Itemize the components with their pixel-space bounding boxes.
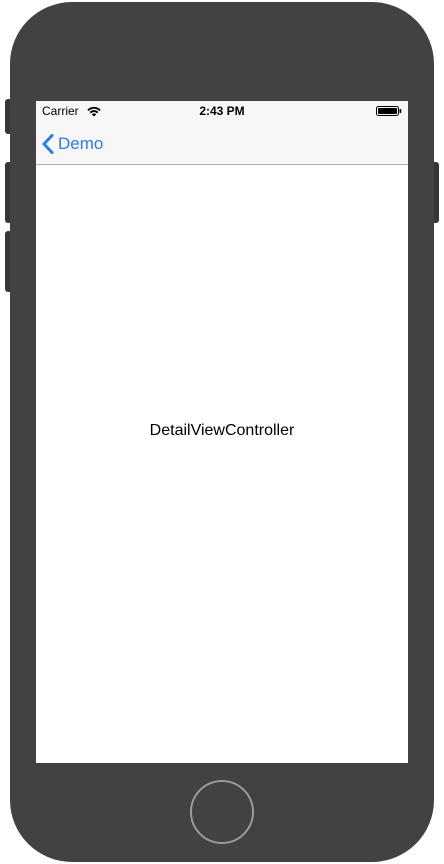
back-button-label: Demo bbox=[58, 134, 104, 153]
status-bar: Carrier 2:43 PM bbox=[36, 101, 408, 121]
home-button[interactable] bbox=[190, 780, 254, 844]
back-button[interactable]: Demo bbox=[42, 132, 103, 156]
main-content: DetailViewController bbox=[36, 166, 408, 763]
view-controller-label: DetailViewController bbox=[149, 422, 295, 439]
battery-icon bbox=[376, 106, 402, 116]
device-screen: Carrier 2:43 PM Demo DetailViewControlle… bbox=[36, 101, 408, 763]
navigation-bar: Demo bbox=[36, 121, 408, 165]
status-time: 2:43 PM bbox=[199, 104, 245, 118]
chevron-left-icon bbox=[42, 134, 54, 154]
